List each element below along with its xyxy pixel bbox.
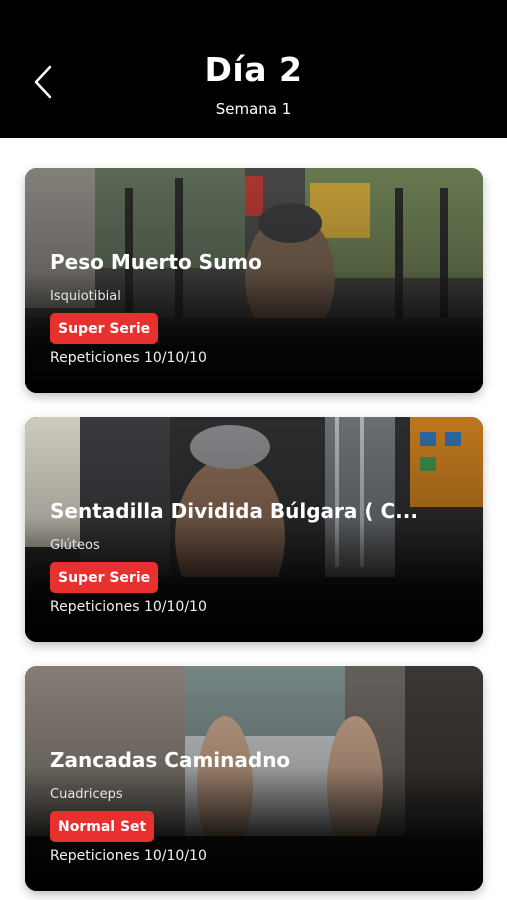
- set-type-badge: Super Serie: [50, 313, 159, 344]
- exercise-reps: Repeticiones 10/10/10: [50, 599, 207, 615]
- exercise-reps: Repeticiones 10/10/10: [50, 848, 207, 864]
- set-type-badge: Normal Set: [50, 811, 155, 842]
- exercise-card[interactable]: Sentadilla Dividida Búlgara ( C... Glúte…: [25, 417, 483, 642]
- header-bar: Día 2 Semana 1: [0, 0, 507, 138]
- page-title: Día 2: [204, 50, 303, 89]
- exercise-list[interactable]: Peso Muerto Sumo Isquiotibial Super Seri…: [0, 138, 507, 900]
- exercise-name: Sentadilla Dividida Búlgara ( C...: [50, 499, 418, 523]
- exercise-muscle: Isquiotibial: [50, 289, 121, 304]
- exercise-name: Peso Muerto Sumo: [50, 250, 262, 274]
- exercise-muscle: Cuadriceps: [50, 787, 123, 802]
- exercise-card[interactable]: Zancadas Caminadno Cuadriceps Normal Set…: [25, 666, 483, 891]
- exercise-name: Zancadas Caminadno: [50, 748, 291, 772]
- set-type-badge: Super Serie: [50, 562, 159, 593]
- exercise-muscle: Glúteos: [50, 538, 100, 553]
- page-subtitle: Semana 1: [215, 100, 292, 118]
- exercise-reps: Repeticiones 10/10/10: [50, 350, 207, 366]
- exercise-card[interactable]: Peso Muerto Sumo Isquiotibial Super Seri…: [25, 168, 483, 393]
